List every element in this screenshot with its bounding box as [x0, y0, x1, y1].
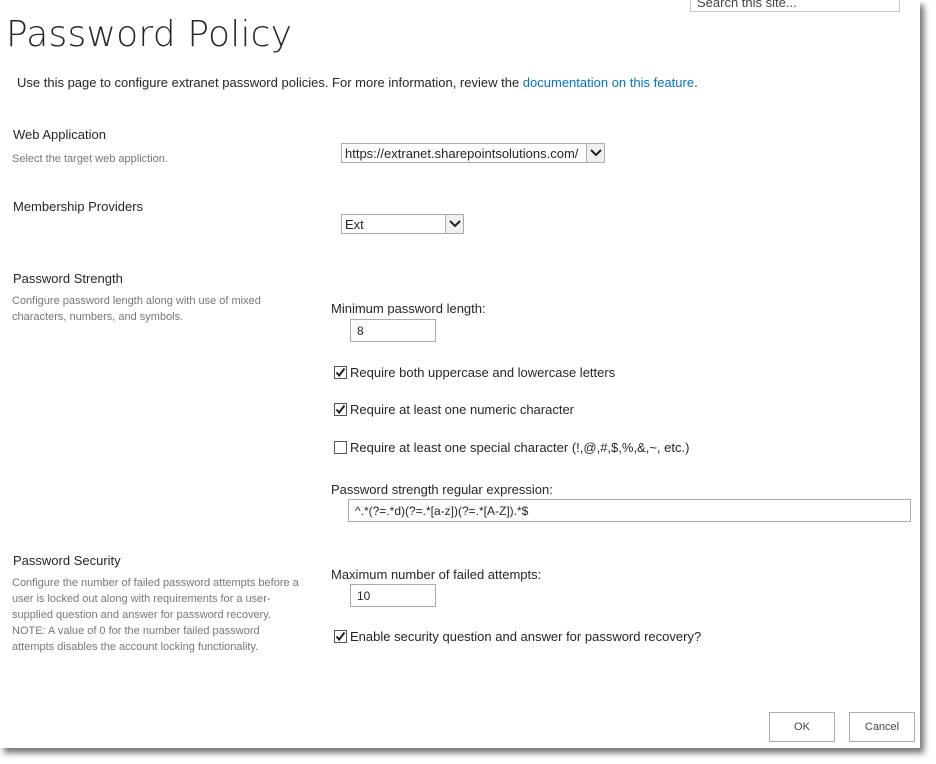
min-length-label: Minimum password length: — [331, 301, 486, 316]
documentation-link[interactable]: documentation on this feature — [523, 75, 694, 90]
intro-text-body: Use this page to configure extranet pass… — [17, 75, 523, 90]
cancel-button[interactable]: Cancel — [849, 712, 915, 742]
password-security-description: Configure the number of failed password … — [12, 577, 299, 653]
chevron-down-icon[interactable] — [586, 144, 604, 162]
regex-value: ^.*(?=.*d)(?=.*[a-z])(?=.*[A-Z]).*$ — [355, 503, 529, 518]
security-question-option[interactable]: Enable security question and answer for … — [334, 629, 701, 644]
numeric-checkbox[interactable] — [334, 403, 347, 416]
uppercase-lowercase-option[interactable]: Require both uppercase and lowercase let… — [334, 365, 615, 380]
membership-providers-title: Membership Providers — [13, 199, 144, 214]
uppercase-lowercase-checkbox[interactable] — [334, 366, 347, 379]
intro-text-end: . — [694, 75, 698, 90]
search-icon[interactable]: ⌒ — [903, 0, 915, 9]
uppercase-lowercase-label: Require both uppercase and lowercase let… — [350, 365, 616, 380]
regex-label: Password strength regular expression: — [331, 482, 553, 497]
web-application-select[interactable]: https://extranet.sharepointsolutions.com… — [341, 143, 605, 163]
password-strength-description: Configure password length along with use… — [12, 295, 261, 323]
special-character-checkbox[interactable] — [334, 441, 347, 454]
numeric-label: Require at least one numeric character — [350, 402, 575, 417]
web-application-value: https://extranet.sharepointsolutions.com… — [345, 145, 579, 161]
dialog-page: Search this site... ⌒ Password Policy Us… — [0, 0, 920, 748]
min-length-input[interactable]: 8 — [350, 319, 436, 342]
numeric-option[interactable]: Require at least one numeric character — [334, 402, 574, 417]
web-application-title: Web Application — [13, 127, 106, 142]
max-attempts-input[interactable]: 10 — [350, 584, 436, 607]
max-attempts-label: Maximum number of failed attempts: — [331, 567, 542, 582]
max-attempts-value: 10 — [357, 588, 371, 603]
intro-text: Use this page to configure extranet pass… — [17, 75, 698, 90]
chevron-down-icon[interactable] — [445, 215, 463, 233]
special-character-option[interactable]: Require at least one special character (… — [334, 440, 689, 455]
ok-button[interactable]: OK — [769, 712, 835, 742]
membership-provider-select[interactable]: Ext — [341, 214, 464, 234]
password-security-title: Password Security — [13, 553, 121, 568]
special-character-label: Require at least one special character (… — [350, 440, 690, 455]
search-placeholder: Search this site... — [697, 0, 797, 10]
membership-provider-value: Ext — [345, 216, 364, 232]
security-question-label: Enable security question and answer for … — [350, 629, 702, 644]
password-strength-title: Password Strength — [13, 271, 123, 286]
search-input[interactable]: Search this site... — [690, 0, 900, 12]
regex-input[interactable]: ^.*(?=.*d)(?=.*[a-z])(?=.*[A-Z]).*$ — [348, 499, 911, 522]
web-application-description: Select the target web appliction. — [12, 153, 168, 165]
security-question-checkbox[interactable] — [334, 630, 347, 643]
page-title: Password Policy — [6, 14, 293, 55]
min-length-value: 8 — [357, 323, 364, 338]
